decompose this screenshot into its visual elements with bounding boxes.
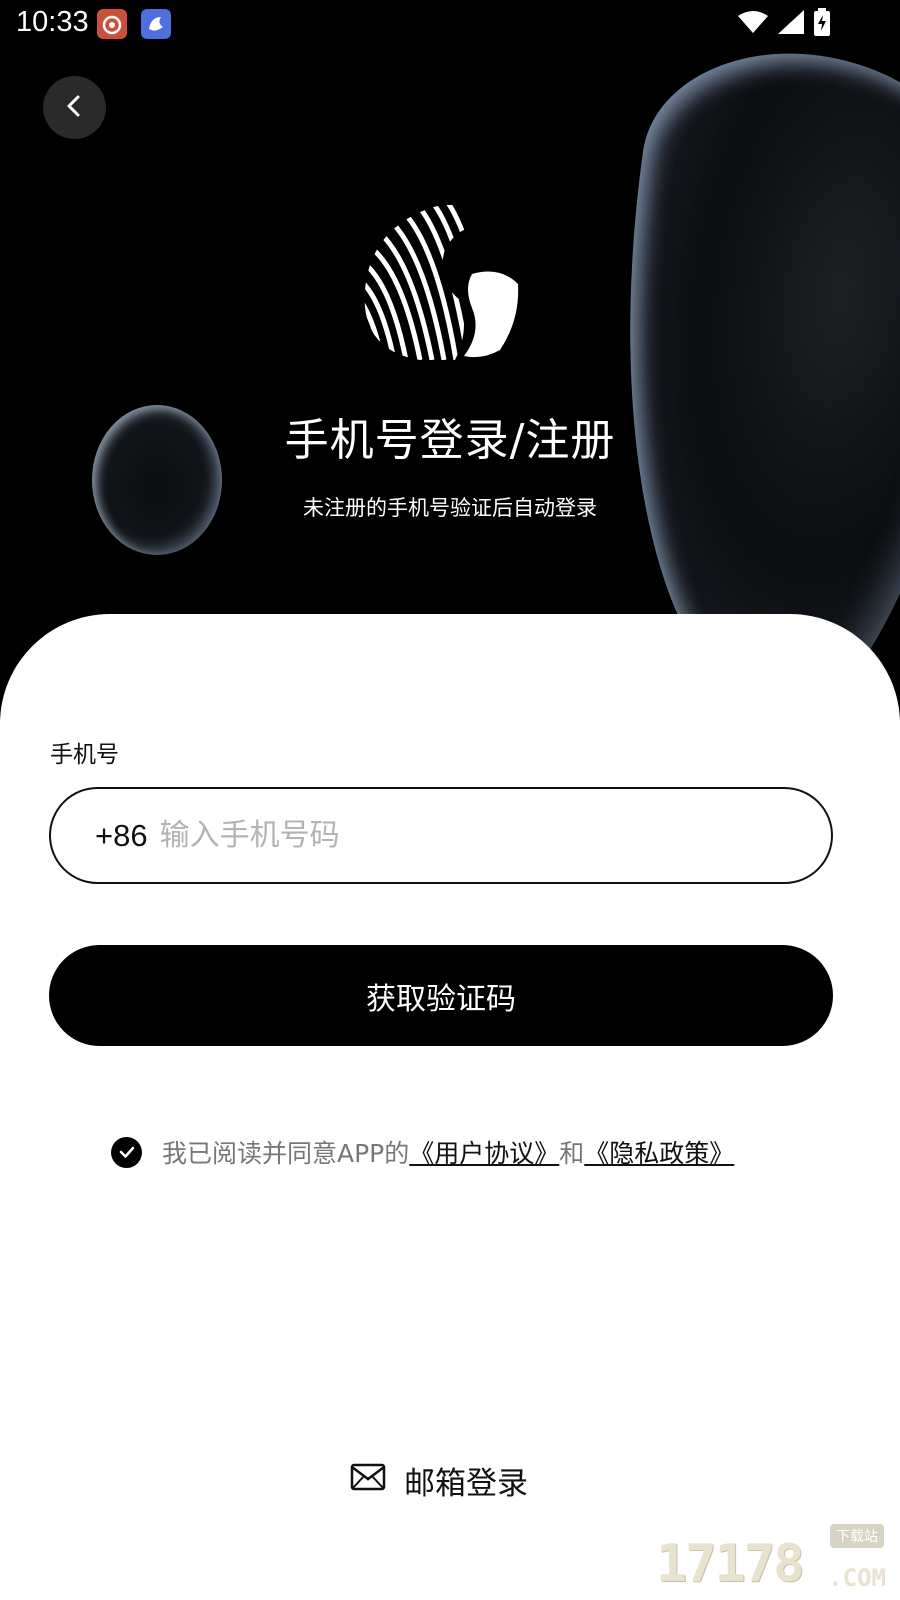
app-logo bbox=[360, 200, 522, 362]
email-login-label: 邮箱登录 bbox=[404, 1466, 528, 1502]
agreement-row: 我已阅读并同意APP的 《用户协议》 和 《隐私政策》 bbox=[111, 1134, 734, 1170]
app-notification-icon bbox=[141, 9, 171, 39]
wifi-icon bbox=[738, 10, 768, 38]
agreement-checkbox[interactable] bbox=[111, 1136, 142, 1168]
status-time: 10:33 bbox=[16, 6, 89, 38]
phone-label: 手机号 bbox=[50, 742, 119, 768]
agreement-conjunction: 和 bbox=[559, 1139, 585, 1168]
status-bar: 10:33 bbox=[0, 0, 900, 50]
back-button[interactable] bbox=[43, 76, 106, 139]
phone-field[interactable]: +86 bbox=[49, 787, 833, 884]
mail-icon bbox=[350, 1463, 404, 1499]
watermark-number: 17178 bbox=[656, 1534, 805, 1594]
email-login-button[interactable]: 邮箱登录 bbox=[350, 1458, 528, 1503]
weibo-icon bbox=[97, 9, 127, 39]
site-watermark: 17178 下载站 .COM bbox=[656, 1524, 886, 1594]
phone-input[interactable] bbox=[159, 818, 760, 853]
chevron-left-icon bbox=[63, 94, 87, 122]
watermark-tag: 下载站 bbox=[830, 1524, 884, 1548]
signal-icon bbox=[778, 10, 804, 38]
country-code[interactable]: +86 bbox=[95, 818, 148, 854]
user-agreement-link[interactable]: 《用户协议》 bbox=[409, 1134, 559, 1170]
agreement-text: 我已阅读并同意APP的 bbox=[162, 1139, 410, 1168]
get-verification-code-button[interactable]: 获取验证码 bbox=[49, 945, 833, 1046]
page-title: 手机号登录/注册 bbox=[284, 415, 616, 466]
privacy-policy-link[interactable]: 《隐私政策》 bbox=[584, 1134, 734, 1170]
system-status-icons bbox=[738, 8, 830, 40]
hero-header: 10:33 手机号登录/注册 未注册的手机号验证后自动登录 bbox=[0, 0, 900, 720]
battery-charging-icon bbox=[814, 8, 830, 40]
checkmark-icon bbox=[118, 1138, 136, 1167]
watermark-suffix: .COM bbox=[828, 1564, 886, 1592]
login-sheet bbox=[0, 614, 900, 1600]
page-subtitle: 未注册的手机号验证后自动登录 bbox=[303, 496, 597, 520]
